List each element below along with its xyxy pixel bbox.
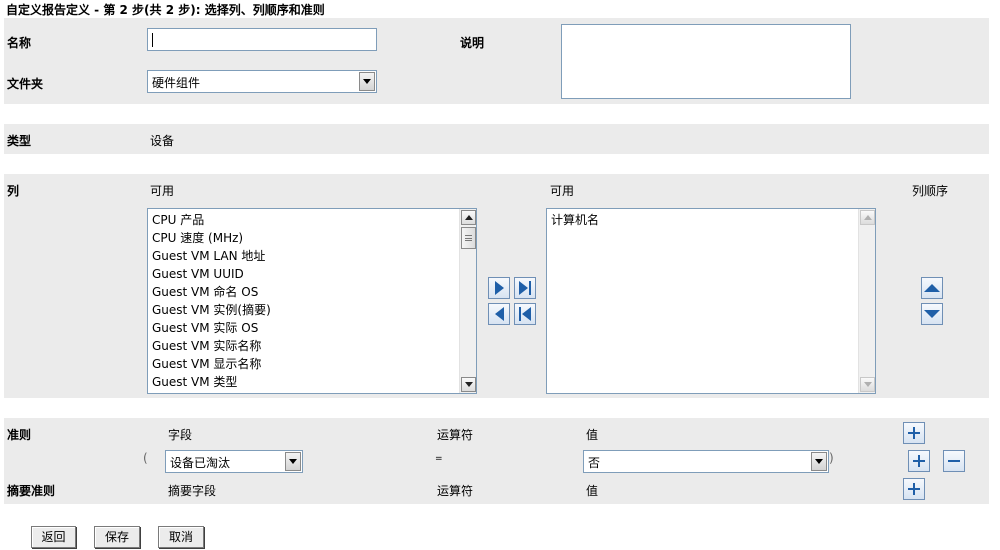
arrow-left-end-icon [522,307,531,321]
arrow-left-icon [494,307,504,321]
arrow-down-icon [924,310,940,318]
criteria-field-value: 设备已淘汰 [170,456,231,470]
criteria-value-select[interactable]: 否 [583,450,829,473]
available-list-scrollbar[interactable] [459,209,476,393]
add-summary-criteria-button[interactable] [903,478,925,500]
type-label: 类型 [7,134,32,148]
arrow-up-icon [924,284,940,292]
summary-field-header: 摘要字段 [168,484,217,498]
list-item[interactable]: CPU 产品 [148,211,476,229]
remove-all-columns-button[interactable] [514,303,536,325]
scroll-down-icon [863,382,872,387]
list-item[interactable]: Guest VM UUID [148,265,476,283]
list-item[interactable]: Guest VM 类型 [148,373,476,391]
available-columns-list[interactable]: CPU 产品 CPU 速度 (MHz) Guest VM LAN 地址 Gues… [147,208,477,394]
scroll-down-button[interactable] [461,377,476,392]
add-criteria-row-button[interactable] [908,450,930,472]
type-value: 设备 [150,134,175,148]
folder-select-value: 硬件组件 [152,76,201,90]
text-cursor [152,33,153,47]
bar-icon [529,281,531,295]
criteria-value-header: 值 [586,428,599,442]
folder-select[interactable]: 硬件组件 [147,70,377,93]
scroll-up-icon [863,215,872,220]
save-button[interactable]: 保存 [94,526,140,548]
open-paren[interactable]: ( [143,451,148,465]
criteria-operator-header: 运算符 [437,428,474,442]
move-column-down-button[interactable] [921,303,943,325]
criteria-value-value: 否 [588,456,601,470]
selected-columns-header: 可用 [550,184,575,198]
add-column-button[interactable] [488,277,510,299]
minus-icon [948,460,960,462]
plus-icon-vertical [918,455,920,467]
selected-list-scrollbar[interactable] [858,209,875,393]
scroll-up-button[interactable] [860,210,875,225]
criteria-value-dropdown-button[interactable] [811,452,827,471]
bar-icon [519,307,521,321]
scroll-down-button[interactable] [860,377,875,392]
back-button[interactable]: 返回 [31,526,76,548]
criteria-field-header: 字段 [168,428,193,442]
description-label: 说明 [460,36,485,50]
arrow-right-end-icon [519,281,528,295]
grip-icon [465,235,472,241]
column-order-header: 列顺序 [912,184,949,198]
chevron-down-icon [363,79,371,84]
name-input[interactable] [147,28,377,51]
remove-criteria-row-button[interactable] [943,450,965,472]
page-title: 自定义报告定义 - 第 2 步(共 2 步): 选择列、列顺序和准则 [6,3,325,17]
available-columns-header: 可用 [150,184,175,198]
name-label: 名称 [7,36,32,50]
list-item[interactable]: CPU 速度 (MHz) [148,229,476,247]
summary-criteria-label: 摘要准则 [7,484,56,498]
description-textarea[interactable] [561,24,851,99]
scroll-up-button[interactable] [461,210,476,225]
criteria-operator[interactable]: = [435,454,443,464]
folder-dropdown-button[interactable] [359,72,375,91]
selected-columns-list[interactable]: 计算机名 [546,208,876,394]
summary-value-header: 值 [586,484,599,498]
plus-icon-vertical [913,427,915,439]
list-item[interactable]: 计算机名 [547,211,875,229]
chevron-down-icon [815,459,823,464]
list-item[interactable]: Guest VM 实际 OS [148,319,476,337]
list-item[interactable]: Guest VM LAN 地址 [148,247,476,265]
scrollbar-thumb[interactable] [461,227,476,249]
move-column-up-button[interactable] [921,277,943,299]
chevron-down-icon [289,459,297,464]
add-all-columns-button[interactable] [514,277,536,299]
folder-label: 文件夹 [7,77,44,91]
plus-icon-vertical [913,483,915,495]
list-item[interactable]: Guest VM 命名 OS [148,283,476,301]
list-item[interactable]: Guest VM 实例(摘要) [148,301,476,319]
summary-operator-header: 运算符 [437,484,474,498]
scroll-up-icon [464,215,473,220]
close-paren[interactable]: ) [829,451,834,465]
list-item[interactable]: Guest VM 实际名称 [148,337,476,355]
criteria-label: 准则 [7,428,32,442]
criteria-section [4,418,989,504]
arrow-right-icon [494,281,504,295]
columns-label: 列 [7,184,20,198]
criteria-field-select[interactable]: 设备已淘汰 [165,450,303,473]
list-item[interactable]: Guest VM 显示名称 [148,355,476,373]
add-criteria-group-button[interactable] [903,422,925,444]
criteria-field-dropdown-button[interactable] [285,452,301,471]
cancel-button[interactable]: 取消 [158,526,204,548]
scroll-down-icon [464,382,473,387]
remove-column-button[interactable] [488,303,510,325]
